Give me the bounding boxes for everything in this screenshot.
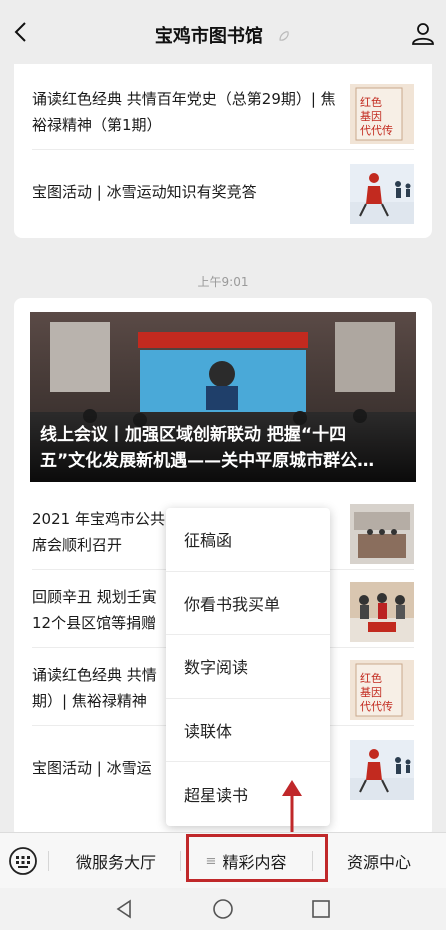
menu-tab-micro-service-hall[interactable]: 微服务大厅 [52,833,180,889]
hero-title-line: 五”文化发展新机遇——关中平原城市群公… [40,451,375,471]
article-title[interactable]: 宝图活动 | 冰雪运动知识有奖竞答 [32,154,350,230]
annotation-arrow-icon [282,780,302,836]
article-thumbnail [350,740,414,800]
system-back-icon[interactable] [112,896,138,922]
account-name: 宝鸡市图书馆 [154,26,263,47]
article-thumbnail [350,504,414,564]
verified-icon [279,31,289,41]
hero-title[interactable]: 线上会议丨加强区域创新联动 把握“十四 五”文化发展新机遇——关中平原城市群公… [30,414,416,482]
menu-item-reading-alliance[interactable]: 读联体 [166,699,330,763]
svg-text:代代传: 代代传 [360,700,393,713]
keyboard-icon[interactable] [8,846,38,876]
article-thumbnail [350,582,414,642]
hero-title-line: 线上会议丨加强区域创新联动 把握“十四 [40,425,347,445]
svg-text:红色: 红色 [360,671,382,685]
article-title-line: 诵读红色经典 共情 [32,666,157,684]
article-title-line: 2021 年宝鸡市公共 [32,510,165,528]
menu-item-call-for-papers[interactable]: 征稿函 [166,508,330,572]
article-card: 诵读红色经典 共情百年党史（总第29期）| 焦裕禄精神（第1期） 红色 基因 代… [14,64,432,238]
highlight-box [186,834,328,882]
profile-icon[interactable] [410,20,436,46]
article-item[interactable]: 宝图活动 | 冰雪运动知识有奖竞答 [14,154,432,230]
page-title: 宝鸡市图书馆 [0,22,446,48]
system-recents-icon[interactable] [308,896,334,922]
svg-text:基因: 基因 [360,110,382,123]
article-thumbnail: 红色 基因 代代传 [350,84,414,144]
svg-text:基因: 基因 [360,686,382,699]
article-title-line: 期）| 焦裕禄精神 [32,692,147,710]
article-title-line: 回顾辛丑 规划壬寅 [32,588,157,606]
divider [32,149,414,150]
hero-article[interactable]: 线上会议丨加强区域创新联动 把握“十四 五”文化发展新机遇——关中平原城市群公… [30,312,416,482]
article-thumbnail [350,164,414,224]
system-home-icon[interactable] [210,896,236,922]
menu-tab-resource-center[interactable]: 资源中心 [312,833,446,889]
menu-item-you-read-we-buy[interactable]: 你看书我买单 [166,572,330,636]
article-title-line: 席会顺利召开 [32,536,123,554]
article-item[interactable]: 诵读红色经典 共情百年党史（总第29期）| 焦裕禄精神（第1期） 红色 基因 代… [14,74,432,150]
svg-text:红色: 红色 [360,95,382,109]
system-navigation-bar [0,888,446,930]
article-title[interactable]: 诵读红色经典 共情百年党史（总第29期）| 焦裕禄精神（第1期） [32,74,350,150]
navigation-bar: 宝鸡市图书馆 [0,0,446,64]
menu-item-digital-reading[interactable]: 数字阅读 [166,635,330,699]
article-title-line: 12个县区馆等捐赠 [32,614,157,632]
divider [48,851,49,871]
message-timestamp: 上午9:01 [197,275,249,289]
article-thumbnail: 红色 基因 代代传 [350,660,414,720]
svg-text:代代传: 代代传 [360,124,393,137]
